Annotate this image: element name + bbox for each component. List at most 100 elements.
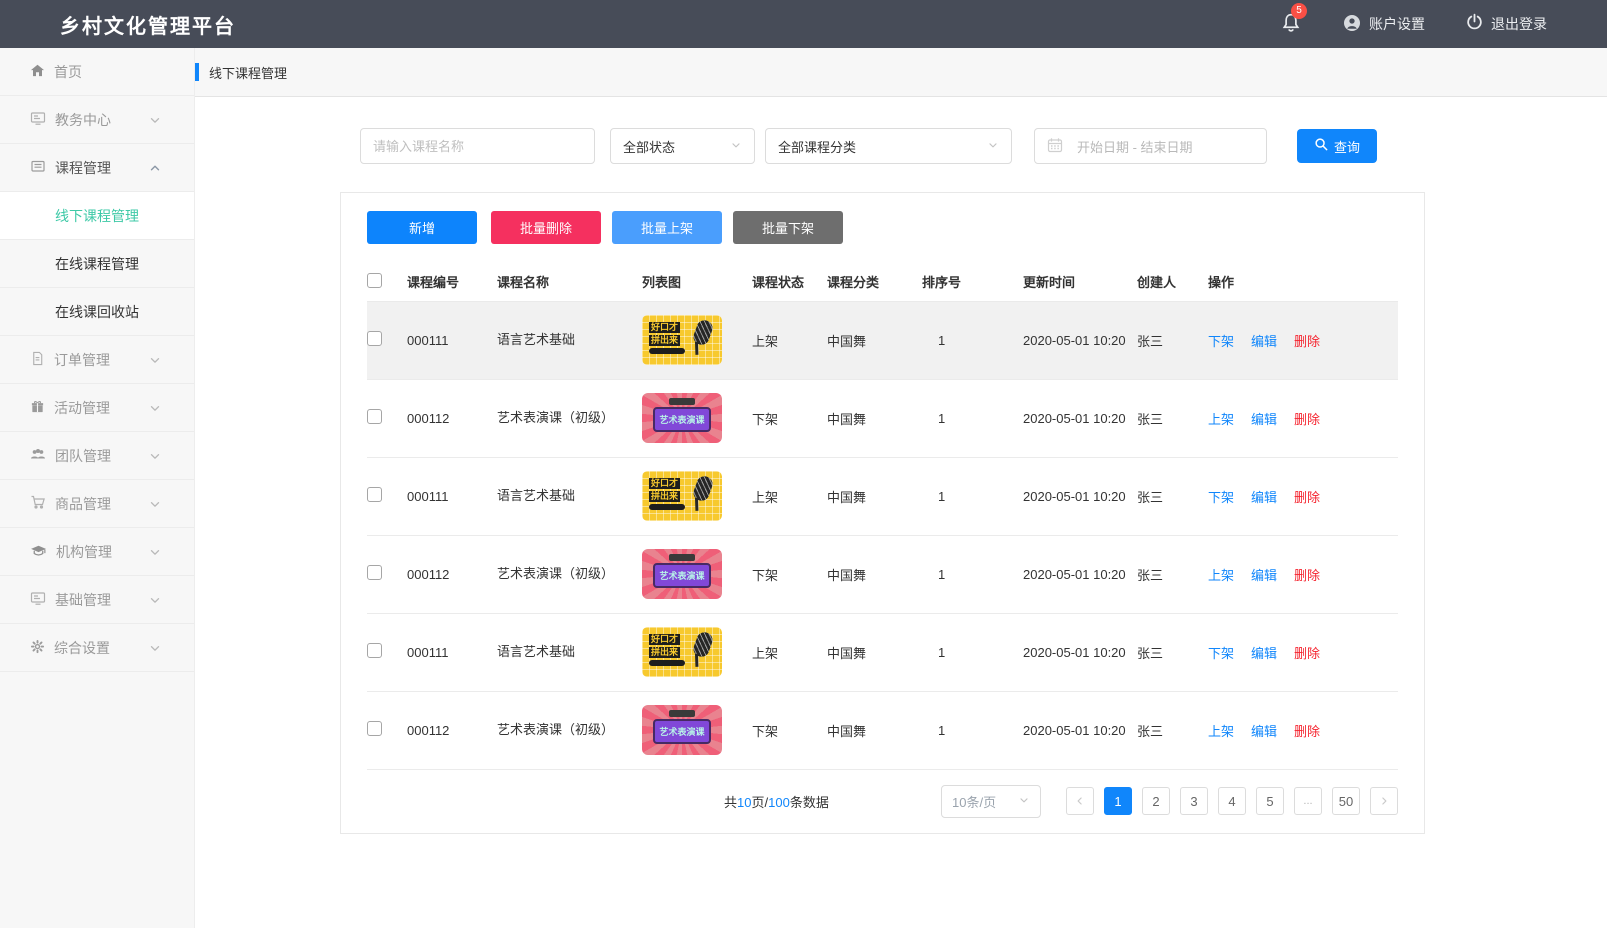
batch-publish-button[interactable]: 批量上架: [612, 211, 722, 244]
next-page-button[interactable]: [1370, 787, 1398, 815]
page-button-50[interactable]: 50: [1332, 787, 1360, 815]
prev-page-button[interactable]: [1066, 787, 1094, 815]
action-edit[interactable]: 编辑: [1251, 487, 1277, 506]
thumbnail-speech-course: 好口才 拼出来: [642, 471, 722, 521]
row-checkbox[interactable]: [367, 643, 382, 658]
search-button-label: 查询: [1334, 137, 1360, 156]
action-delete[interactable]: 删除: [1294, 331, 1320, 350]
row-checkbox[interactable]: [367, 565, 382, 580]
table-footer: 共10页/100条数据 10条/页 12345...50: [367, 770, 1398, 833]
users-icon: [30, 446, 46, 465]
sort-number: 1: [922, 691, 1023, 769]
chevron-down-icon: [148, 353, 162, 367]
page-size-select[interactable]: 10条/页: [941, 785, 1041, 818]
sidebar-item-home[interactable]: 首页: [0, 48, 194, 96]
action-toggle-status[interactable]: 下架: [1208, 331, 1234, 350]
column-header: 更新时间: [1023, 263, 1137, 301]
sidebar-subitem-online-recycle-bin[interactable]: 在线课回收站: [0, 288, 194, 336]
row-checkbox[interactable]: [367, 409, 382, 424]
sidebar-subitem-label: 在线课程管理: [55, 254, 139, 274]
action-toggle-status[interactable]: 上架: [1208, 565, 1234, 584]
sidebar-item-goods-management[interactable]: 商品管理: [0, 480, 194, 528]
page-button-4[interactable]: 4: [1218, 787, 1246, 815]
row-actions: 上架编辑删除: [1208, 721, 1398, 740]
thumbnail-strip: [649, 504, 685, 510]
course-name-input[interactable]: [360, 128, 595, 164]
sidebar-subitem-offline-course[interactable]: 线下课程管理: [0, 192, 194, 240]
chevron-down-icon: [148, 113, 162, 127]
notification-bell-button[interactable]: 5: [1280, 12, 1302, 37]
summary-text: 共: [724, 795, 737, 810]
page-button-2[interactable]: 2: [1142, 787, 1170, 815]
action-edit[interactable]: 编辑: [1251, 409, 1277, 428]
row-actions: 下架编辑删除: [1208, 331, 1398, 350]
add-button[interactable]: 新增: [367, 211, 477, 244]
page-button-5[interactable]: 5: [1256, 787, 1284, 815]
page-button-3[interactable]: 3: [1180, 787, 1208, 815]
select-all-checkbox[interactable]: [367, 273, 382, 288]
course-name: 艺术表演课（初级）: [497, 535, 642, 613]
sidebar-item-institution-management[interactable]: 机构管理: [0, 528, 194, 576]
row-checkbox[interactable]: [367, 721, 382, 736]
action-edit[interactable]: 编辑: [1251, 643, 1277, 662]
action-toggle-status[interactable]: 上架: [1208, 409, 1234, 428]
sidebar-item-order-management[interactable]: 订单管理: [0, 336, 194, 384]
action-delete[interactable]: 删除: [1294, 565, 1320, 584]
sidebar-item-academic-center[interactable]: 教务中心: [0, 96, 194, 144]
thumbnail-speech-course: 好口才 拼出来: [642, 315, 722, 365]
category-select[interactable]: 全部课程分类: [765, 128, 1012, 164]
sidebar-subitem-online-course[interactable]: 在线课程管理: [0, 240, 194, 288]
action-delete[interactable]: 删除: [1294, 643, 1320, 662]
breadcrumb: 线下课程管理: [195, 48, 1607, 97]
update-time: 2020-05-01 10:20: [1023, 457, 1137, 535]
search-button[interactable]: 查询: [1297, 129, 1377, 163]
row-checkbox[interactable]: [367, 487, 382, 502]
sidebar-item-activity-management[interactable]: 活动管理: [0, 384, 194, 432]
sidebar-item-team-management[interactable]: 团队管理: [0, 432, 194, 480]
action-delete[interactable]: 删除: [1294, 487, 1320, 506]
action-delete[interactable]: 删除: [1294, 721, 1320, 740]
tab-offline-course-management[interactable]: 线下课程管理: [195, 48, 287, 96]
sidebar-item-course-management[interactable]: 课程管理: [0, 144, 194, 192]
cart-icon: [30, 494, 46, 513]
course-category: 中国舞: [827, 379, 922, 457]
course-category: 中国舞: [827, 613, 922, 691]
update-time: 2020-05-01 10:20: [1023, 691, 1137, 769]
batch-unpublish-button[interactable]: 批量下架: [733, 211, 843, 244]
sidebar-item-general-settings[interactable]: 综合设置: [0, 624, 194, 672]
update-time: 2020-05-01 10:20: [1023, 379, 1137, 457]
batch-delete-button[interactable]: 批量删除: [491, 211, 601, 244]
account-settings-button[interactable]: 账户设置: [1342, 13, 1425, 36]
date-range-picker[interactable]: 开始日期 - 结束日期: [1034, 128, 1267, 164]
page-button-1[interactable]: 1: [1104, 787, 1132, 815]
sort-number: 1: [922, 301, 1023, 379]
action-toggle-status[interactable]: 下架: [1208, 487, 1234, 506]
sort-number: 1: [922, 613, 1023, 691]
row-checkbox[interactable]: [367, 331, 382, 346]
sidebar-item-basic-management[interactable]: 基础管理: [0, 576, 194, 624]
logout-button[interactable]: 退出登录: [1465, 13, 1547, 35]
course-status: 下架: [752, 691, 827, 769]
action-toggle-status[interactable]: 上架: [1208, 721, 1234, 740]
course-category: 中国舞: [827, 691, 922, 769]
action-edit[interactable]: 编辑: [1251, 721, 1277, 740]
sidebar-item-label: 活动管理: [54, 398, 110, 418]
update-time: 2020-05-01 10:20: [1023, 301, 1137, 379]
table-row: 000112 艺术表演课（初级） 艺术表演课 下架 中国舞 1 2020-05-…: [367, 691, 1398, 769]
action-toggle-status[interactable]: 下架: [1208, 643, 1234, 662]
creator: 张三: [1137, 379, 1208, 457]
page-ellipsis[interactable]: ...: [1294, 787, 1322, 815]
course-name: 语言艺术基础: [497, 301, 642, 379]
chevron-up-icon: [148, 161, 162, 175]
topbar: 乡村文化管理平台 5 账户设置 退出登录: [0, 0, 1607, 48]
status-select[interactable]: 全部状态: [610, 128, 755, 164]
account-settings-label: 账户设置: [1369, 14, 1425, 34]
course-status: 上架: [752, 457, 827, 535]
creator: 张三: [1137, 457, 1208, 535]
action-edit[interactable]: 编辑: [1251, 331, 1277, 350]
course-thumbnail: 艺术表演课: [642, 549, 722, 599]
action-edit[interactable]: 编辑: [1251, 565, 1277, 584]
action-delete[interactable]: 删除: [1294, 409, 1320, 428]
graduation-cap-icon: [30, 542, 47, 562]
table-row: 000112 艺术表演课（初级） 艺术表演课 下架 中国舞 1 2020-05-…: [367, 379, 1398, 457]
